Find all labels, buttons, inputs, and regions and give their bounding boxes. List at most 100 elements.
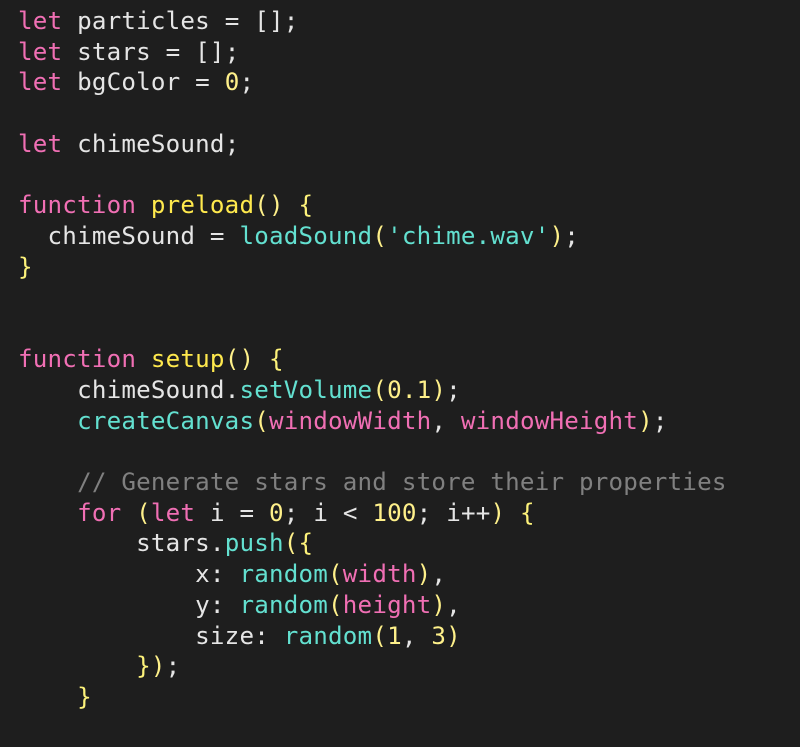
brace: } — [18, 253, 33, 281]
number: 1 — [387, 622, 402, 650]
call: random — [284, 622, 373, 650]
paren: ) — [269, 191, 284, 219]
brace: } — [77, 683, 92, 711]
operator: = — [239, 499, 254, 527]
paren: ) — [239, 345, 254, 373]
number: 0.1 — [387, 376, 431, 404]
code-line — [18, 99, 33, 127]
operator: ; — [284, 499, 299, 527]
operator: ; — [417, 499, 432, 527]
operator: ; — [653, 407, 668, 435]
code-line: let chimeSound; — [18, 130, 239, 158]
code-line: }); — [18, 652, 180, 680]
paren: ) — [431, 376, 446, 404]
operator: = — [225, 7, 240, 35]
code-line — [18, 437, 33, 465]
code-line — [18, 161, 33, 189]
code-line: let stars = []; — [18, 38, 239, 66]
global: height — [343, 591, 432, 619]
keyword-let: let — [18, 130, 62, 158]
global: width — [343, 560, 417, 588]
property: y — [195, 591, 210, 619]
number: 0 — [225, 68, 240, 96]
global: windowWidth — [269, 407, 431, 435]
number: 3 — [431, 622, 446, 650]
paren: ( — [225, 345, 240, 373]
number: 100 — [372, 499, 416, 527]
code-line: chimeSound = loadSound('chime.wav'); — [18, 222, 579, 250]
operator: ++ — [461, 499, 491, 527]
operator: ; — [225, 38, 240, 66]
operator: ; — [446, 376, 461, 404]
operator: . — [225, 376, 240, 404]
brace: } — [136, 652, 151, 680]
paren: ( — [284, 529, 299, 557]
operator: = — [166, 38, 181, 66]
identifier: chimeSound — [77, 376, 225, 404]
identifier: i — [313, 499, 328, 527]
code-line: function setup() { — [18, 345, 284, 373]
paren: ) — [491, 499, 506, 527]
paren: ) — [417, 560, 432, 588]
paren: ( — [254, 191, 269, 219]
property: x — [195, 560, 210, 588]
identifier: stars — [77, 38, 151, 66]
code-line: x: random(width), — [18, 560, 446, 588]
literal: [] — [195, 38, 225, 66]
operator: ; — [239, 68, 254, 96]
comment: // Generate stars and store their proper… — [77, 468, 727, 496]
code-line: let particles = []; — [18, 7, 299, 35]
paren: ) — [638, 407, 653, 435]
keyword-function: function — [18, 345, 136, 373]
code-line: stars.push({ — [18, 529, 313, 557]
code-editor[interactable]: let particles = []; let stars = []; let … — [0, 0, 800, 713]
call: random — [239, 560, 328, 588]
operator: = — [210, 222, 225, 250]
paren: ( — [328, 560, 343, 588]
paren: ( — [136, 499, 151, 527]
identifier: particles — [77, 7, 210, 35]
function-name: setup — [151, 345, 225, 373]
identifier: i — [446, 499, 461, 527]
operator: ; — [564, 222, 579, 250]
code-line: y: random(height), — [18, 591, 461, 619]
code-line: } — [18, 683, 92, 711]
operator: : — [210, 591, 225, 619]
code-line: let bgColor = 0; — [18, 68, 254, 96]
paren: ( — [254, 407, 269, 435]
code-line: // Generate stars and store their proper… — [18, 468, 727, 496]
code-line: chimeSound.setVolume(0.1); — [18, 376, 461, 404]
number: 0 — [269, 499, 284, 527]
function-name: preload — [151, 191, 254, 219]
identifier: bgColor — [77, 68, 180, 96]
brace: { — [299, 191, 314, 219]
code-line — [18, 314, 33, 342]
paren: ( — [372, 376, 387, 404]
identifier: chimeSound — [48, 222, 196, 250]
brace: { — [299, 529, 314, 557]
paren: ( — [372, 222, 387, 250]
code-line — [18, 284, 33, 312]
paren: ( — [372, 622, 387, 650]
code-line: size: random(1, 3) — [18, 622, 461, 650]
operator: : — [254, 622, 269, 650]
call: setVolume — [239, 376, 372, 404]
operator: . — [210, 529, 225, 557]
operator: ; — [166, 652, 181, 680]
keyword-let: let — [151, 499, 195, 527]
string: 'chime.wav' — [387, 222, 549, 250]
operator: < — [343, 499, 358, 527]
call: loadSound — [239, 222, 372, 250]
code-line: } — [18, 253, 33, 281]
operator: , — [431, 407, 446, 435]
operator: : — [210, 560, 225, 588]
code-line: createCanvas(windowWidth, windowHeight); — [18, 407, 668, 435]
keyword-let: let — [18, 7, 62, 35]
paren: ) — [446, 622, 461, 650]
call: random — [239, 591, 328, 619]
paren: ) — [549, 222, 564, 250]
code-line: for (let i = 0; i < 100; i++) { — [18, 499, 535, 527]
keyword-let: let — [18, 68, 62, 96]
global: windowHeight — [461, 407, 638, 435]
literal: [] — [254, 7, 284, 35]
